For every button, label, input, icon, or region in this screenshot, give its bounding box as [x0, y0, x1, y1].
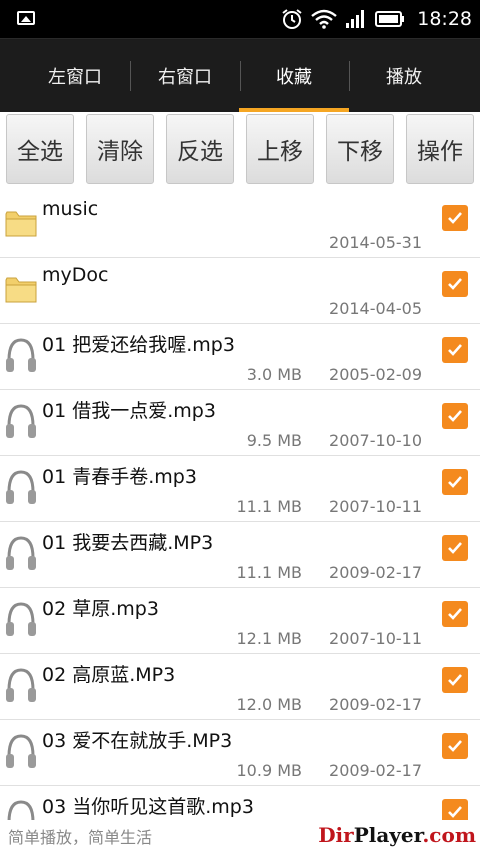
footer: 简单播放，简单生活 DirPlayer.com — [0, 820, 480, 854]
checkmark-icon — [448, 608, 462, 620]
file-name: music — [42, 198, 99, 220]
list-item[interactable]: 01 借我一点爱.mp3 9.5 MB 2007-10-10 — [0, 390, 480, 456]
alarm-icon — [282, 9, 302, 29]
brand-main: Player — [353, 823, 423, 847]
headphones-icon — [6, 404, 36, 438]
file-date: 2009-02-17 — [329, 695, 422, 714]
list-item[interactable]: 01 青春手卷.mp3 11.1 MB 2007-10-11 — [0, 456, 480, 522]
item-checkbox[interactable] — [442, 403, 468, 429]
checkmark-icon — [448, 542, 462, 554]
item-checkbox[interactable] — [442, 601, 468, 627]
headphones-icon — [6, 602, 36, 636]
actions-button[interactable]: 操作 — [406, 114, 474, 184]
item-checkbox[interactable] — [442, 271, 468, 297]
clear-button[interactable]: 清除 — [86, 114, 154, 184]
headphones-icon — [6, 734, 36, 768]
file-name: 01 借我一点爱.mp3 — [42, 400, 216, 422]
checkmark-icon — [448, 344, 462, 356]
file-size: 11.1 MB — [236, 497, 303, 516]
battery-icon — [375, 11, 405, 27]
item-checkbox[interactable] — [442, 205, 468, 231]
checkmark-icon — [448, 278, 462, 290]
headphones-icon — [6, 470, 36, 504]
file-size: 11.1 MB — [236, 563, 303, 582]
file-name: 01 青春手卷.mp3 — [42, 466, 197, 488]
headphones-icon — [6, 668, 36, 702]
file-date: 2007-10-11 — [329, 629, 422, 648]
footer-slogan: 简单播放，简单生活 — [8, 828, 153, 847]
folder-icon — [5, 277, 37, 303]
item-checkbox[interactable] — [442, 733, 468, 759]
tab-play[interactable]: 播放 — [349, 39, 459, 113]
file-date: 2007-10-10 — [329, 431, 422, 450]
checkmark-icon — [448, 476, 462, 488]
tab-left-window[interactable]: 左窗口 — [20, 39, 130, 113]
checkmark-icon — [448, 806, 462, 818]
status-bar: 18:28 — [0, 0, 480, 38]
action-toolbar: 全选 清除 反选 上移 下移 操作 — [0, 112, 480, 192]
move-down-button[interactable]: 下移 — [326, 114, 394, 184]
item-checkbox[interactable] — [442, 667, 468, 693]
move-up-button[interactable]: 上移 — [246, 114, 314, 184]
list-item[interactable]: music 2014-05-31 — [0, 192, 480, 258]
item-checkbox[interactable] — [442, 337, 468, 363]
tab-bar: 左窗口 右窗口 收藏 播放 — [0, 38, 480, 113]
list-item[interactable]: 01 把爱还给我喔.mp3 3.0 MB 2005-02-09 — [0, 324, 480, 390]
list-item[interactable]: 02 高原蓝.MP3 12.0 MB 2009-02-17 — [0, 654, 480, 720]
file-name: 02 高原蓝.MP3 — [42, 664, 176, 686]
folder-icon — [5, 211, 37, 237]
image-notification-icon — [17, 11, 35, 25]
file-name: 03 当你听见这首歌.mp3 — [42, 796, 254, 818]
headphones-icon — [6, 338, 36, 372]
checkmark-icon — [448, 740, 462, 752]
file-name: 03 爱不在就放手.MP3 — [42, 730, 233, 752]
file-size: 10.9 MB — [236, 761, 303, 780]
list-item[interactable]: 01 我要去西藏.MP3 11.1 MB 2009-02-17 — [0, 522, 480, 588]
file-date: 2009-02-17 — [329, 563, 422, 582]
file-size: 12.1 MB — [236, 629, 303, 648]
item-checkbox[interactable] — [442, 535, 468, 561]
file-date: 2007-10-11 — [329, 497, 422, 516]
headphones-icon — [6, 536, 36, 570]
file-date: 2014-05-31 — [329, 233, 422, 252]
checkmark-icon — [448, 410, 462, 422]
select-all-button[interactable]: 全选 — [6, 114, 74, 184]
invert-selection-button[interactable]: 反选 — [166, 114, 234, 184]
tab-right-window[interactable]: 右窗口 — [130, 39, 240, 113]
list-item[interactable]: 03 爱不在就放手.MP3 10.9 MB 2009-02-17 — [0, 720, 480, 786]
tab-favorites[interactable]: 收藏 — [239, 39, 349, 113]
item-checkbox[interactable] — [442, 469, 468, 495]
checkmark-icon — [448, 212, 462, 224]
signal-icon — [346, 10, 365, 28]
brand-logo: DirPlayer.com — [318, 823, 476, 847]
file-date: 2005-02-09 — [329, 365, 422, 384]
brand-prefix: Dir — [318, 823, 354, 847]
file-name: 01 我要去西藏.MP3 — [42, 532, 214, 554]
checkmark-icon — [448, 674, 462, 686]
brand-suffix: .com — [422, 823, 476, 847]
status-icons: 18:28 — [281, 0, 472, 38]
list-item[interactable]: 02 草原.mp3 12.1 MB 2007-10-11 — [0, 588, 480, 654]
file-size: 9.5 MB — [246, 431, 302, 450]
file-name: 01 把爱还给我喔.mp3 — [42, 334, 235, 356]
file-name: myDoc — [42, 264, 109, 286]
file-date: 2014-04-05 — [329, 299, 422, 318]
file-size: 3.0 MB — [246, 365, 302, 384]
list-item[interactable]: myDoc 2014-04-05 — [0, 258, 480, 324]
file-name: 02 草原.mp3 — [42, 598, 159, 620]
status-time: 18:28 — [417, 8, 472, 30]
wifi-icon — [311, 9, 338, 29]
file-date: 2009-02-17 — [329, 761, 422, 780]
file-size: 12.0 MB — [236, 695, 303, 714]
